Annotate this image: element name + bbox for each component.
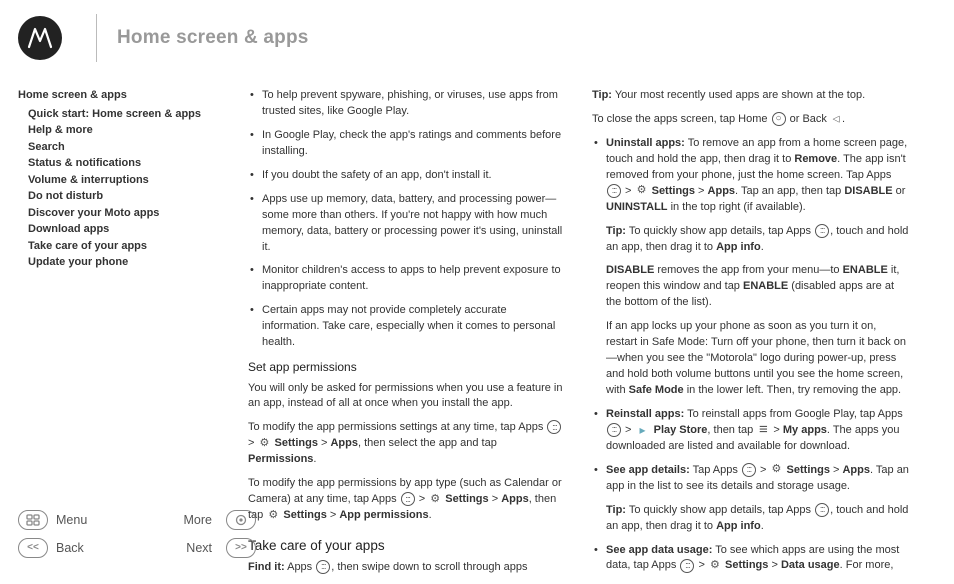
apps-icon [316,560,330,574]
back-label: Back [56,539,176,557]
bullet: Monitor children's access to apps to hel… [248,263,566,295]
apps-icon [607,184,621,198]
bullet: Certain apps may not provide completely … [248,303,566,351]
bullet: If you doubt the safety of an app, don't… [248,168,566,184]
paragraph-find-it: Find it: Apps , then swipe down to scrol… [248,560,566,576]
toc-item[interactable]: Discover your Moto apps [28,205,248,222]
toc-item[interactable]: Update your phone [28,254,248,271]
paragraph: To modify the app permissions by app typ… [248,476,566,524]
bullet: To help prevent spyware, phishing, or vi… [248,88,566,120]
apps-icon [815,224,829,238]
gear-icon [267,509,279,521]
gear-icon [636,185,648,197]
menu-label: Menu [56,511,176,529]
menu-icon [757,423,769,437]
toc-root[interactable]: Home screen & apps [18,88,248,104]
sidebar-toc: Home screen & apps Quick start: Home scr… [18,72,248,584]
gear-icon [709,560,721,572]
main-content: To help prevent spyware, phishing, or vi… [248,72,954,584]
bullet-details: See app details: Tap Apps > Settings > A… [592,463,910,535]
column-left: To help prevent spyware, phishing, or vi… [248,88,566,584]
gear-icon [258,437,270,449]
paragraph: To close the apps screen, tap Home or Ba… [592,112,910,128]
motorola-logo [18,16,62,60]
home-icon [772,112,786,126]
back-button[interactable]: << [18,538,48,558]
apps-icon [607,423,621,437]
menu-button[interactable] [18,510,48,530]
apps-icon [401,492,415,506]
page-title: Home screen & apps [117,24,309,52]
toc-item[interactable]: Do not disturb [28,188,248,205]
section-heading-take-care: Take care of your apps [248,536,566,556]
nav-controls: Menu More << Back Next >> [18,510,256,558]
next-button[interactable]: >> [226,538,256,558]
gear-icon [770,464,782,476]
apps-icon [815,503,829,517]
header-divider [96,14,97,62]
paragraph: You will only be asked for permissions w… [248,381,566,413]
subheading-set-permissions: Set app permissions [248,359,566,376]
next-label: Next [184,539,218,557]
apps-icon [680,559,694,573]
apps-icon [742,463,756,477]
paragraph: To modify the app permissions settings a… [248,420,566,468]
bullet-reinstall: Reinstall apps: To reinstall apps from G… [592,407,910,455]
bullet: In Google Play, check the app's ratings … [248,128,566,160]
gear-icon [429,493,441,505]
bullet-data-usage: See app data usage: To see which apps ar… [592,543,910,575]
apps-icon [547,420,561,434]
more-button[interactable] [226,510,256,530]
motorola-icon [25,23,55,53]
toc-item[interactable]: Help & more [28,122,248,139]
paragraph-tip: Tip: Your most recently used apps are sh… [592,88,910,104]
toc-item[interactable]: Search [28,139,248,156]
header: Home screen & apps [0,0,954,72]
toc-item[interactable]: Quick start: Home screen & apps [28,106,248,123]
toc-item[interactable]: Take care of your apps [28,238,248,255]
bullet: Apps use up memory, data, battery, and p… [248,192,566,256]
toc-item[interactable]: Download apps [28,221,248,238]
column-right: Tip: Your most recently used apps are sh… [592,88,910,584]
toc-item[interactable]: Volume & interruptions [28,172,248,189]
play-icon [636,423,650,437]
back-icon [830,113,841,124]
more-label: More [184,511,218,529]
toc-item[interactable]: Status & notifications [28,155,248,172]
bullet-uninstall: Uninstall apps: To remove an app from a … [592,136,910,399]
